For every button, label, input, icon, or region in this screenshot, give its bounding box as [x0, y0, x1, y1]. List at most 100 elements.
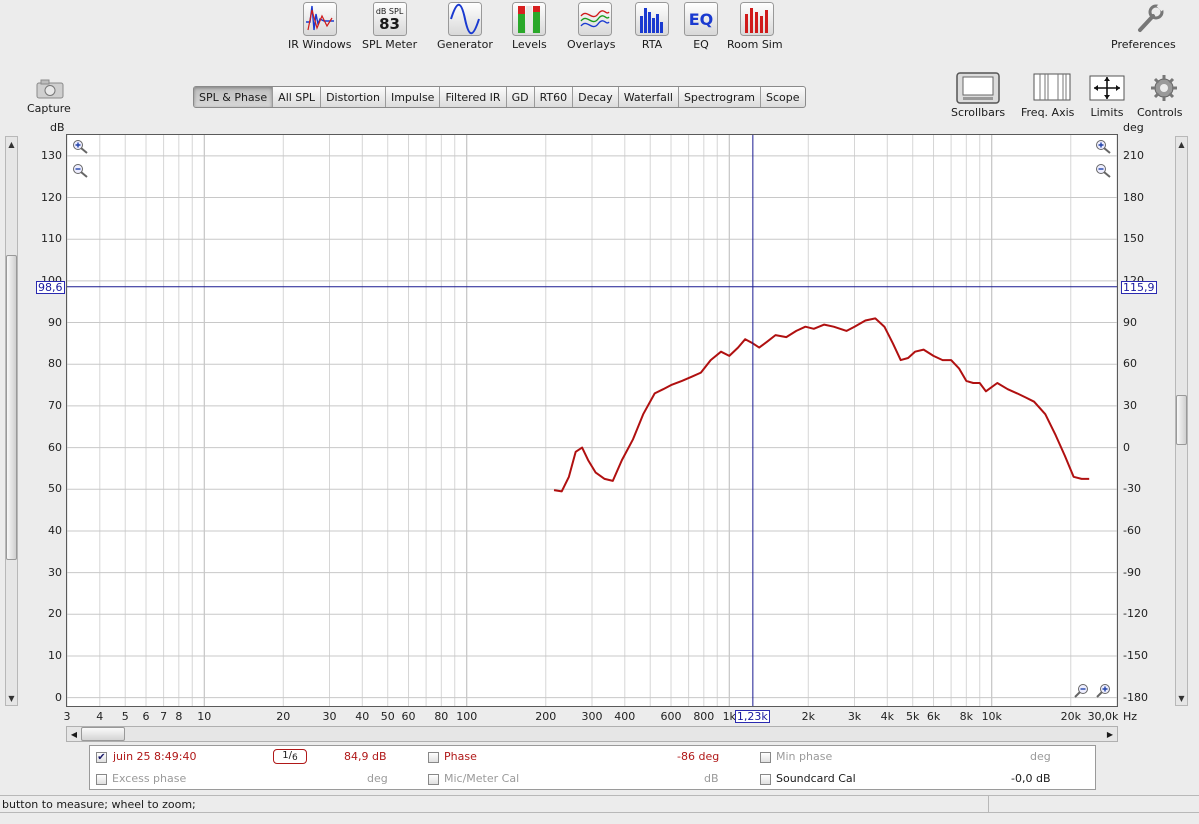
tab-spectrogram[interactable]: Spectrogram [679, 87, 762, 107]
right-axis-tick-label: -30 [1123, 482, 1141, 496]
frequency-tick-label: 30 [322, 710, 337, 723]
frequency-tick-label: 80 [434, 710, 449, 723]
spl-phase-graph[interactable] [66, 134, 1118, 707]
right-axis-unit: deg [1123, 121, 1144, 134]
frequency-tick-label: 20 [276, 710, 291, 723]
spl-meter-icon: dB SPL 83 [372, 2, 407, 36]
zoom-in-icon[interactable] [1095, 139, 1113, 155]
scroll-up-icon[interactable]: ▲ [1176, 137, 1187, 151]
left-axis-unit: dB [50, 121, 65, 134]
scrollbars-button[interactable]: Scrollbars [951, 72, 1005, 119]
freq-axis-icon [1033, 73, 1071, 101]
capture-button[interactable]: Capture [27, 78, 71, 115]
tab-all-spl[interactable]: All SPL [273, 87, 322, 107]
tab-waterfall[interactable]: Waterfall [619, 87, 679, 107]
phase-checkbox[interactable] [428, 752, 439, 763]
measurement-name[interactable]: juin 25 8:49:40 [113, 750, 196, 763]
left-axis-tick-label: 70 [48, 398, 62, 412]
scroll-up-icon[interactable]: ▲ [6, 137, 17, 151]
rta-icon [635, 2, 669, 36]
right-axis-tick-label: 60 [1123, 357, 1137, 371]
eq-icon-text: EQ [688, 9, 714, 29]
room-sim-button[interactable]: Room Sim [727, 2, 783, 51]
tab-spl-phase[interactable]: SPL & Phase [194, 87, 274, 107]
right-axis-tick-label: 210 [1123, 148, 1144, 162]
min-phase-checkbox[interactable] [760, 752, 771, 763]
frequency-tick-label: 50 [380, 710, 395, 723]
levels-icon [512, 2, 547, 36]
mic-cal-unit: dB [704, 772, 719, 785]
rta-label: RTA [641, 38, 663, 51]
frequency-scrollbar[interactable]: ◀ ▶ [66, 726, 1118, 742]
left-axis-tick-label: 120 [41, 190, 62, 204]
soundcard-cal-value: -0,0 dB [1011, 772, 1051, 785]
mic-cal-label: Mic/Meter Cal [444, 772, 520, 785]
left-axis-tick-label: 40 [48, 523, 62, 537]
soundcard-cal-checkbox[interactable] [760, 774, 771, 785]
tab-impulse[interactable]: Impulse [386, 87, 441, 107]
tab-decay[interactable]: Decay [573, 87, 619, 107]
tab-distortion[interactable]: Distortion [321, 87, 386, 107]
tab-filtered-ir[interactable]: Filtered IR [440, 87, 507, 107]
generator-icon [447, 2, 482, 36]
measurement-checkbox[interactable]: ✔ [96, 752, 107, 763]
freq-axis-label: Freq. Axis [1021, 106, 1075, 119]
left-axis-tick-label: 90 [48, 315, 62, 329]
zoom-in-icon[interactable] [72, 139, 90, 155]
controls-button[interactable]: Controls [1137, 72, 1183, 119]
overlays-icon [577, 2, 612, 36]
gear-icon [1150, 75, 1177, 101]
left-axis-tick-label: 50 [48, 482, 62, 496]
wrench-icon [1138, 3, 1165, 32]
tab-scope[interactable]: Scope [761, 87, 805, 107]
smoothing-numerator: 1 [282, 750, 289, 761]
ir-windows-button[interactable]: IR Windows [288, 2, 352, 51]
frequency-tick-label: 60 [401, 710, 416, 723]
zoom-out-icon[interactable] [1095, 163, 1113, 179]
rta-button[interactable]: RTA [635, 2, 669, 51]
cursor-phase-readout: 115,9 [1121, 280, 1157, 294]
limits-button[interactable]: Limits [1089, 72, 1125, 119]
right-scrollbar[interactable]: ▲ ▼ [1175, 136, 1188, 706]
eq-icon: EQ [684, 2, 718, 36]
preferences-button[interactable]: Preferences [1111, 2, 1176, 51]
tab-gd[interactable]: GD [507, 87, 535, 107]
spl-meter-button[interactable]: dB SPL 83 SPL Meter [362, 2, 417, 51]
tab-rt60[interactable]: RT60 [535, 87, 574, 107]
zoom-out-icon[interactable] [1073, 683, 1091, 699]
spl-meter-label: SPL Meter [362, 38, 418, 51]
phase-label: Phase [444, 750, 477, 763]
eq-button[interactable]: EQ EQ [684, 2, 718, 51]
frequency-tick-label: 3 [63, 710, 71, 723]
zoom-out-icon[interactable] [72, 163, 90, 179]
overlays-button[interactable]: Overlays [567, 2, 616, 51]
frequency-tick-label: 5k [906, 710, 920, 723]
spl-meter-value: 83 [379, 14, 400, 33]
right-axis-tick-label: 0 [1123, 440, 1130, 454]
preferences-label: Preferences [1111, 38, 1176, 51]
left-scrollbar-thumb[interactable] [6, 255, 17, 560]
levels-label: Levels [512, 38, 547, 51]
freq-axis-button[interactable]: Freq. Axis [1021, 72, 1074, 119]
camera-icon [36, 79, 64, 99]
left-axis-tick-label: 110 [41, 232, 62, 246]
frequency-scrollbar-thumb[interactable] [81, 727, 125, 741]
right-scrollbar-thumb[interactable] [1176, 395, 1187, 445]
zoom-in-icon[interactable] [1095, 683, 1113, 699]
frequency-tick-label: 600 [660, 710, 682, 723]
smoothing-selector[interactable]: 1/6 [273, 749, 307, 764]
generator-button[interactable]: Generator [437, 2, 493, 51]
scroll-left-icon[interactable]: ◀ [67, 727, 81, 741]
right-axis-tick-label: -60 [1123, 523, 1141, 537]
excess-phase-checkbox[interactable] [96, 774, 107, 785]
scroll-right-icon[interactable]: ▶ [1103, 727, 1117, 741]
scroll-down-icon[interactable]: ▼ [6, 691, 17, 705]
mic-cal-checkbox[interactable] [428, 774, 439, 785]
ir-windows-label: IR Windows [288, 38, 352, 51]
scroll-down-icon[interactable]: ▼ [1176, 691, 1187, 705]
left-scrollbar[interactable]: ▲ ▼ [5, 136, 18, 706]
x-axis-unit: Hz [1123, 710, 1138, 723]
levels-button[interactable]: Levels [512, 2, 547, 51]
excess-phase-unit: deg [367, 772, 388, 785]
right-axis-tick-label: -90 [1123, 565, 1141, 579]
